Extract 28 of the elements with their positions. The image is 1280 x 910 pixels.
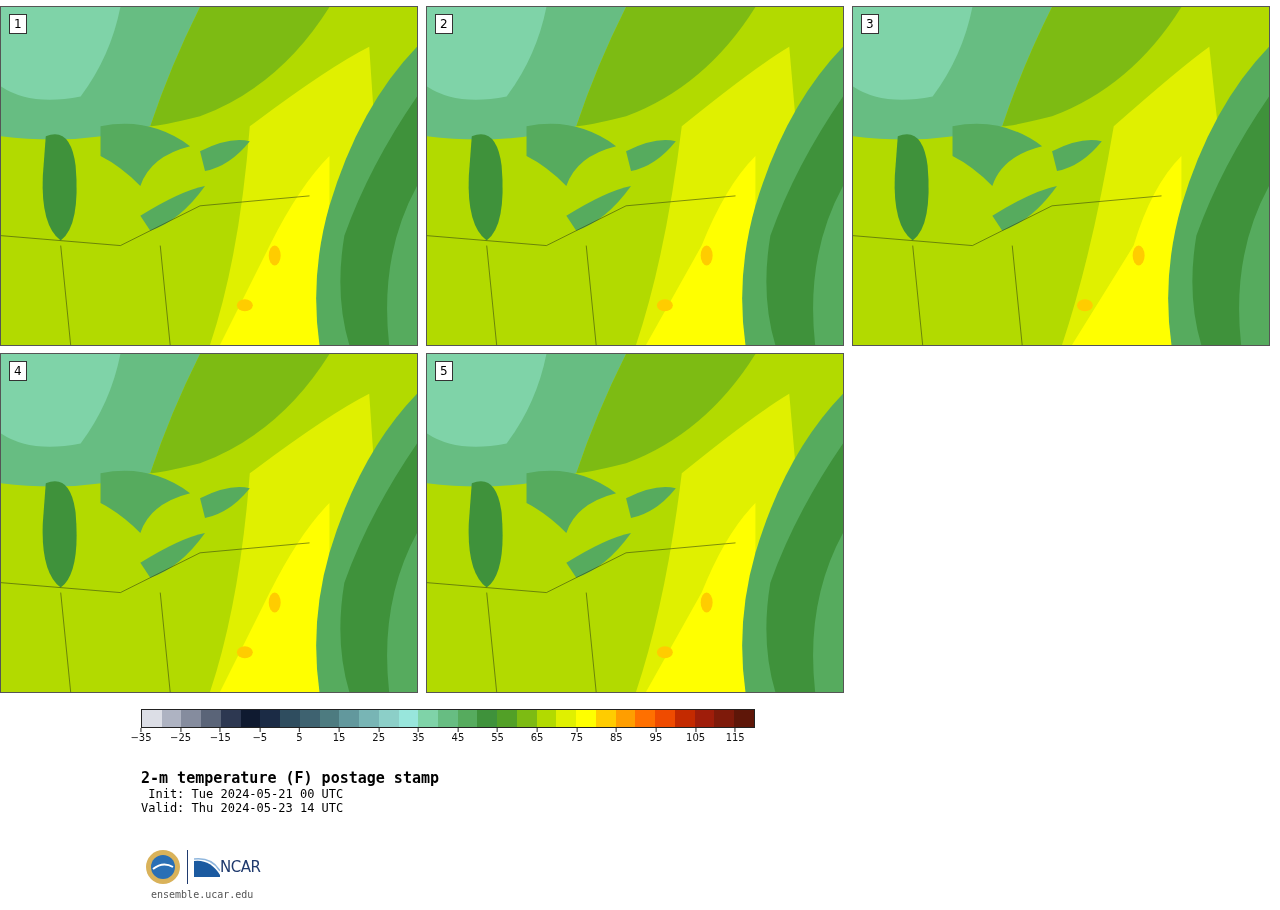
scale-tick-label: 55: [491, 732, 504, 744]
scale-tick-label: −25: [170, 732, 192, 744]
scale-tick-label: 115: [725, 732, 745, 744]
panel-number: 2: [435, 14, 453, 34]
chart-title: 2-m temperature (F) postage stamp: [141, 769, 440, 787]
panel-number: 5: [435, 361, 453, 381]
site-url: ensemble.ucar.edu: [151, 889, 255, 900]
panel-number: 1: [9, 14, 27, 34]
scale-tick-label: 75: [570, 732, 584, 744]
scale-tick-label: −15: [209, 732, 231, 744]
scale-tick-label: 105: [686, 732, 706, 744]
scale-tick-label: 65: [530, 732, 544, 744]
valid-time: Valid: Thu 2024-05-23 14 UTC: [141, 801, 345, 815]
arc-logo-icon: [194, 857, 220, 877]
scale-tick-label: 95: [649, 732, 663, 744]
scale-tick-label: 15: [332, 732, 346, 744]
panel-number: 4: [9, 361, 27, 381]
scale-tick-label: 25: [372, 732, 386, 744]
scale-tick-label: 5: [296, 732, 303, 744]
scale-tick-label: 85: [610, 732, 623, 744]
scale-tick-label: 45: [451, 732, 465, 744]
ncar-logo-text: NCAR: [220, 858, 261, 876]
init-time: Init: Tue 2024-05-21 00 UTC: [147, 787, 345, 801]
scale-tick-label: −35: [130, 732, 152, 744]
seal-logo-icon: [145, 849, 181, 885]
scale-tick-label: −5: [252, 732, 268, 744]
scale-tick-label: 35: [411, 732, 425, 744]
panel-number: 3: [861, 14, 879, 34]
